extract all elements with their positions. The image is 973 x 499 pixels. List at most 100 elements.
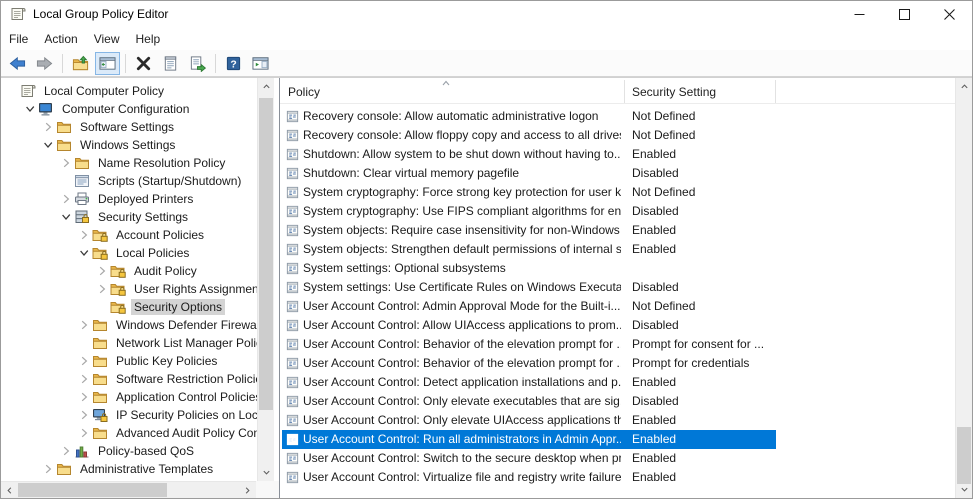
tree-item-security-options[interactable]: Security Options bbox=[1, 298, 257, 316]
tree-item-software-restriction-policies[interactable]: Software Restriction Policies bbox=[1, 370, 257, 388]
chevron-down-icon[interactable] bbox=[23, 102, 37, 116]
policy-row[interactable]: User Account Control: Behavior of the el… bbox=[280, 335, 955, 354]
chevron-right-icon[interactable] bbox=[77, 354, 91, 368]
tree-item-windows-settings[interactable]: Windows Settings bbox=[1, 136, 257, 154]
computer-lock-icon bbox=[92, 407, 108, 423]
chevron-down-icon[interactable] bbox=[41, 138, 55, 152]
up-one-level-button[interactable] bbox=[68, 52, 93, 75]
tree-vertical-scrollbar[interactable] bbox=[257, 78, 274, 481]
policy-row[interactable]: User Account Control: Run all administra… bbox=[280, 430, 955, 449]
chevron-right-icon[interactable] bbox=[77, 408, 91, 422]
policy-row[interactable]: User Account Control: Only elevate execu… bbox=[280, 392, 955, 411]
policy-row[interactable]: System settings: Use Certificate Rules o… bbox=[280, 278, 955, 297]
policy-row[interactable]: User Account Control: Switch to the secu… bbox=[280, 449, 955, 468]
policy-row[interactable]: System objects: Strengthen default permi… bbox=[280, 240, 955, 259]
chevron-right-icon[interactable] bbox=[95, 282, 109, 296]
tree-item-scripts-startup-shutdown[interactable]: Scripts (Startup/Shutdown) bbox=[1, 172, 257, 190]
security-setting-value: Disabled bbox=[632, 204, 774, 218]
tree-item-policy-based-qos[interactable]: Policy-based QoS bbox=[1, 442, 257, 460]
menu-item-help[interactable]: Help bbox=[128, 29, 169, 49]
tree-item-network-list-manager-policie[interactable]: Network List Manager Policie bbox=[1, 334, 257, 352]
scroll-left-arrow-icon[interactable] bbox=[1, 482, 18, 498]
tree-item-user-rights-assignment[interactable]: User Rights Assignment bbox=[1, 280, 257, 298]
policy-row[interactable]: Shutdown: Clear virtual memory pagefile … bbox=[280, 164, 955, 183]
forward-button[interactable] bbox=[32, 52, 57, 75]
minimize-button[interactable] bbox=[837, 1, 882, 27]
tree-horizontal-scrollbar[interactable] bbox=[1, 481, 256, 498]
tree-item-account-policies[interactable]: Account Policies bbox=[1, 226, 257, 244]
scroll-down-arrow-icon[interactable] bbox=[258, 464, 275, 481]
scrollbar-thumb[interactable] bbox=[957, 427, 971, 484]
chevron-right-icon[interactable] bbox=[77, 372, 91, 386]
policy-doc-icon bbox=[285, 261, 300, 276]
scrollbar-thumb[interactable] bbox=[18, 483, 167, 497]
chevron-right-icon[interactable] bbox=[41, 462, 55, 476]
tree-item-ip-security-policies-on-local-c[interactable]: IP Security Policies on Local C bbox=[1, 406, 257, 424]
policy-row[interactable]: Recovery console: Allow floppy copy and … bbox=[280, 126, 955, 145]
tree-item-software-settings[interactable]: Software Settings bbox=[1, 118, 257, 136]
policy-row[interactable]: User Account Control: Virtualize file an… bbox=[280, 468, 955, 487]
policy-row[interactable]: System cryptography: Force strong key pr… bbox=[280, 183, 955, 202]
policy-row[interactable]: System settings: Optional subsystems bbox=[280, 259, 955, 278]
tree-item-deployed-printers[interactable]: Deployed Printers bbox=[1, 190, 257, 208]
export-list-button[interactable] bbox=[185, 52, 210, 75]
back-button[interactable] bbox=[5, 52, 30, 75]
tree-item-windows-defender-firewall-w[interactable]: Windows Defender Firewall w bbox=[1, 316, 257, 334]
policy-row[interactable]: User Account Control: Only elevate UIAcc… bbox=[280, 411, 955, 430]
chevron-down-icon[interactable] bbox=[59, 210, 73, 224]
svg-text:?: ? bbox=[230, 59, 236, 70]
tree-item-public-key-policies[interactable]: Public Key Policies bbox=[1, 352, 257, 370]
menu-item-view[interactable]: View bbox=[86, 29, 128, 49]
chevron-right-icon[interactable] bbox=[77, 318, 91, 332]
tree-item-computer-configuration[interactable]: Computer Configuration bbox=[1, 100, 257, 118]
tree-item-name-resolution-policy[interactable]: Name Resolution Policy bbox=[1, 154, 257, 172]
policy-row[interactable]: User Account Control: Detect application… bbox=[280, 373, 955, 392]
policy-row[interactable]: User Account Control: Admin Approval Mod… bbox=[280, 297, 955, 316]
properties-button[interactable] bbox=[158, 52, 183, 75]
chevron-right-icon[interactable] bbox=[77, 390, 91, 404]
chevron-right-icon[interactable] bbox=[59, 192, 73, 206]
tree-item-local-computer-policy[interactable]: Local Computer Policy bbox=[1, 82, 257, 100]
show-console-tree-button[interactable] bbox=[95, 52, 120, 75]
policy-row[interactable]: System objects: Require case insensitivi… bbox=[280, 221, 955, 240]
tree-item-security-settings[interactable]: Security Settings bbox=[1, 208, 257, 226]
scroll-up-arrow-icon[interactable] bbox=[956, 78, 972, 95]
policy-row[interactable]: Recovery console: Allow automatic admini… bbox=[280, 107, 955, 126]
column-header-security-setting[interactable]: Security Setting bbox=[625, 80, 776, 103]
menu-item-action[interactable]: Action bbox=[36, 29, 85, 49]
list-vertical-scrollbar[interactable] bbox=[955, 78, 972, 498]
chevron-down-icon[interactable] bbox=[77, 246, 91, 260]
help-button[interactable]: ? bbox=[221, 52, 246, 75]
expander-icon bbox=[95, 300, 109, 314]
chevron-right-icon[interactable] bbox=[77, 426, 91, 440]
policy-row[interactable]: User Account Control: Allow UIAccess app… bbox=[280, 316, 955, 335]
chevron-right-icon[interactable] bbox=[95, 264, 109, 278]
policy-row[interactable]: Shutdown: Allow system to be shut down w… bbox=[280, 145, 955, 164]
chevron-right-icon[interactable] bbox=[41, 120, 55, 134]
chevron-right-icon[interactable] bbox=[59, 444, 73, 458]
policy-row[interactable]: User Account Control: Behavior of the el… bbox=[280, 354, 955, 373]
scrollbar-thumb[interactable] bbox=[259, 98, 273, 410]
scroll-down-arrow-icon[interactable] bbox=[956, 481, 972, 498]
delete-button[interactable] bbox=[131, 52, 156, 75]
column-header-policy[interactable]: Policy bbox=[280, 80, 625, 103]
tree-item-local-policies[interactable]: Local Policies bbox=[1, 244, 257, 262]
tree-item-label: Scripts (Startup/Shutdown) bbox=[95, 173, 244, 189]
tree-item-advanced-audit-policy-confi[interactable]: Advanced Audit Policy Confi bbox=[1, 424, 257, 442]
tree-item-audit-policy[interactable]: Audit Policy bbox=[1, 262, 257, 280]
tree-item-label: Advanced Audit Policy Confi bbox=[113, 425, 257, 441]
scroll-right-arrow-icon[interactable] bbox=[239, 482, 256, 498]
show-action-pane-button[interactable] bbox=[248, 52, 273, 75]
security-setting-value: Not Defined bbox=[632, 109, 774, 123]
maximize-button[interactable] bbox=[882, 1, 927, 27]
policy-row[interactable]: System cryptography: Use FIPS compliant … bbox=[280, 202, 955, 221]
tree-item-application-control-policies[interactable]: Application Control Policies bbox=[1, 388, 257, 406]
arrow-right-gray-icon bbox=[36, 55, 53, 72]
security-setting-value: Enabled bbox=[632, 375, 774, 389]
close-button[interactable] bbox=[927, 1, 972, 27]
chevron-right-icon[interactable] bbox=[59, 156, 73, 170]
tree-item-administrative-templates[interactable]: Administrative Templates bbox=[1, 460, 257, 478]
menu-item-file[interactable]: File bbox=[1, 29, 36, 49]
chevron-right-icon[interactable] bbox=[77, 228, 91, 242]
scroll-up-arrow-icon[interactable] bbox=[258, 78, 275, 95]
